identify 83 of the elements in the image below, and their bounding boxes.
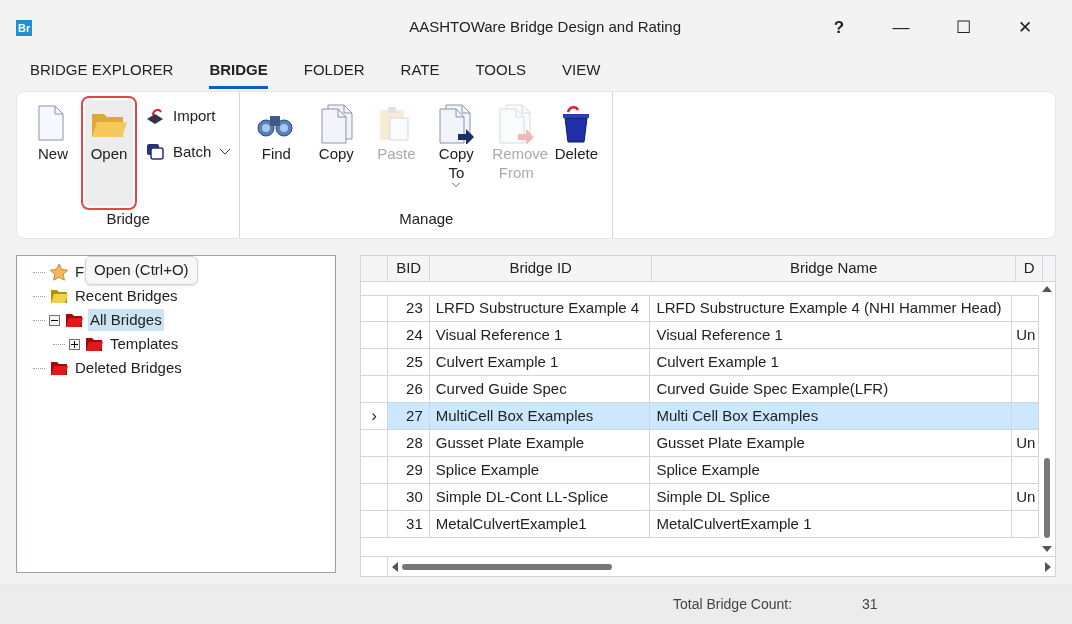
table-cell-text: 24 [406,324,423,345]
table-cell-text: 31 [406,513,423,534]
column-header[interactable]: D [1016,256,1044,281]
ribbon-small-button[interactable]: Batch [145,136,232,168]
ribbon-button[interactable]: Find [248,100,305,206]
table-row[interactable]: 23 LRFD Substructure Example 4 LRFD Substructure Example 4 (NHI Hammer Head) [361,295,1039,322]
status-value: 31 [862,595,878,614]
collapse-toggle[interactable] [49,314,60,326]
table-cell-text: 29 [406,459,423,480]
table-cell-text: Visual Reference 1 [435,324,563,345]
table-row[interactable]: 24 Visual Reference 1 Visual Reference 1 Un [361,322,1039,349]
table-cell-text: Simple DL Splice [656,486,771,507]
table-cell-text: 30 [406,486,423,507]
import-icon [145,106,165,126]
table-row[interactable]: › 27 MultiCell Box Examples Multi Cell Box Examples [361,403,1039,430]
column-header[interactable]: Bridge Name [652,256,1017,281]
ribbon-button[interactable]: Copy To [428,100,485,206]
window-title: AASHTOWare Bridge Design and Rating [408,17,682,38]
tree-item[interactable]: Recent Bridges [73,284,180,308]
table-cell-text: MetalCulvertExample1 [435,513,587,534]
ribbon-tab[interactable]: BRIDGE EXPLORER [30,55,174,89]
ribbon-button[interactable]: Delete [548,100,605,206]
table-cell-text: Culvert Example 1 [435,351,559,372]
table-cell-text: LRFD Substructure Example 4 (NHI Hammer Head) [656,298,1002,319]
table-cell-text: Curved Guide Spec [435,378,567,399]
ribbon-tab[interactable]: TOOLS [475,55,527,89]
table-cell-text: Culvert Example 1 [656,351,779,372]
table-cell-text: Un [1016,432,1036,453]
tree-item[interactable]: All Bridges [88,308,164,332]
table-cell-text: 26 [406,378,423,399]
table-cell-text: MetalCulvertExample 1 [656,513,812,534]
status-label: Total Bridge Count: [673,595,793,614]
table-row[interactable]: 25 Culvert Example 1 Culvert Example 1 [361,349,1039,376]
document-icon [436,104,477,144]
ribbon-button[interactable]: Copy [308,100,365,206]
ribbon-group-label: Bridge [105,208,151,229]
table-cell-text: Splice Example [435,459,540,480]
table-cell-text: Splice Example [656,459,760,480]
expand-toggle[interactable] [69,338,80,350]
tree-item[interactable]: Deleted Bridges [73,356,184,380]
table-cell-text: Gusset Plate Example [435,432,585,453]
table-cell-text: MultiCell Box Examples [435,405,594,426]
folder-icon [49,359,69,377]
table-cell-text: Curved Guide Spec Example(LFR) [656,378,889,399]
tooltip: Open (Ctrl+O) [85,256,198,285]
ribbon-tab[interactable]: VIEW [562,55,601,89]
ribbon-tab[interactable]: FOLDER [303,55,365,89]
table-cell-text: Un [1016,324,1036,345]
table-row[interactable]: 28 Gusset Plate Example Gusset Plate Example Un [361,430,1039,457]
column-header[interactable]: BID [388,256,431,281]
table-cell-text: LRFD Substructure Example 4 [435,298,640,319]
help-button[interactable]: ? [808,14,870,41]
maximize-button[interactable]: ☐ [932,14,994,41]
table-row[interactable]: 31 MetalCulvertExample1 MetalCulvertExample 1 [361,511,1039,538]
table-cell-text: Simple DL-Cont LL-Splice [435,486,609,507]
folder-icon [64,311,84,329]
ribbon-tab[interactable]: RATE [400,55,440,89]
minimize-button[interactable]: — [870,14,932,41]
app-logo: Br [16,19,33,36]
tree-item[interactable]: Templates [108,332,181,356]
table-row[interactable]: 29 Splice Example Splice Example [361,457,1039,484]
close-button[interactable]: ✕ [994,14,1056,41]
table-cell-text: 27 [406,405,423,426]
table-cell-text: 23 [406,298,423,319]
ribbon-button[interactable]: New [25,100,81,206]
document-icon [496,104,537,144]
table-cell-text: Gusset Plate Example [656,432,805,453]
row-marker: › [371,406,377,426]
ribbon-tab[interactable]: BRIDGE [209,55,268,89]
table-cell-text: 28 [406,432,423,453]
tree-item[interactable]: F [73,260,87,284]
table-cell-text: Un [1016,486,1036,507]
ribbon-small-button[interactable]: Import [145,100,232,132]
star-icon [49,263,69,281]
folder-icon [84,335,104,353]
table-row[interactable]: 30 Simple DL-Cont LL-Splice Simple DL Splice Un [361,484,1039,511]
stacked-windows-icon [145,142,165,162]
table-cell-text: Visual Reference 1 [656,324,783,345]
table-cell-text: Multi Cell Box Examples [656,405,819,426]
table-cell-text: 25 [406,351,423,372]
folder-icon [49,287,69,305]
ribbon-group-label: Manage [398,208,455,229]
column-header[interactable]: Bridge ID [430,256,653,281]
